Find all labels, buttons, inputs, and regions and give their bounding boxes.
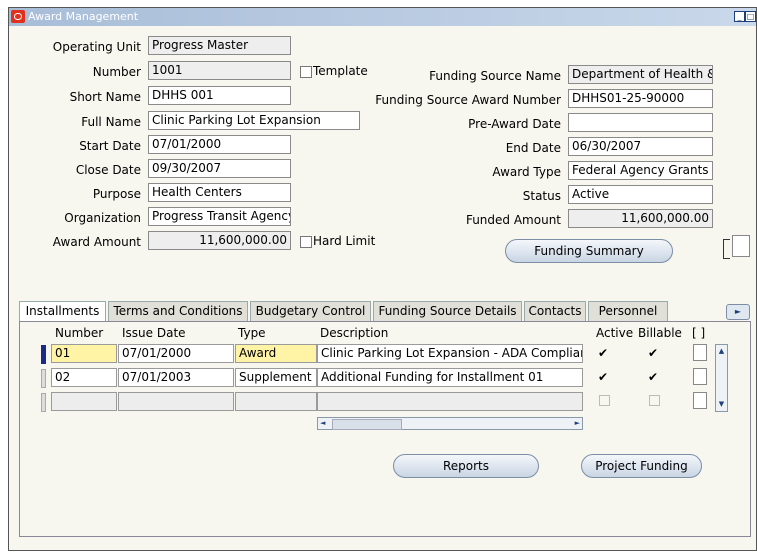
header-active: Active (596, 326, 634, 340)
end-date-field[interactable]: 06/30/2007 (568, 137, 713, 156)
organization-label: Organization (64, 211, 141, 225)
grid-cell-issue-date[interactable]: 07/01/2000 (118, 344, 234, 363)
funded-amount-label: Funded Amount (465, 213, 561, 227)
maximize-button[interactable]: □ (745, 11, 756, 22)
project-funding-button[interactable]: Project Funding (581, 454, 702, 478)
grid-cell-type[interactable]: Award (235, 344, 317, 363)
active-checkbox[interactable]: ✔ (598, 370, 608, 384)
grid-cell-type[interactable]: Supplement (235, 368, 317, 387)
scroll-right-icon[interactable]: ► (575, 418, 580, 429)
pre-award-date-label: Pre-Award Date (468, 117, 561, 131)
award-amount-label: Award Amount (52, 235, 141, 249)
grid-cell-description[interactable] (317, 392, 583, 411)
start-date-label: Start Date (79, 139, 141, 153)
header-number: Number (55, 326, 104, 340)
status-field[interactable]: Active (568, 185, 713, 204)
tab-funding-source-details[interactable]: Funding Source Details (373, 301, 522, 321)
billable-checkbox[interactable]: ✔ (648, 370, 658, 384)
full-name-label: Full Name (81, 115, 141, 129)
header-description: Description (320, 326, 389, 340)
end-date-label: End Date (505, 141, 561, 155)
scroll-thumb[interactable] (332, 419, 402, 430)
template-checkbox[interactable] (300, 66, 312, 78)
tab-installments[interactable]: Installments (19, 301, 106, 321)
header-billable: Billable (638, 326, 682, 340)
record-indicator[interactable] (41, 393, 46, 412)
header-issue-date: Issue Date (122, 326, 186, 340)
full-name-field[interactable]: Clinic Parking Lot Expansion (148, 111, 360, 130)
tab-personnel[interactable]: Personnel (588, 301, 668, 321)
tab-budgetary-control[interactable]: Budgetary Control (250, 301, 371, 321)
horizontal-scrollbar[interactable]: ◄ ► (317, 417, 583, 430)
organization-field[interactable]: Progress Transit Agency (148, 207, 291, 226)
template-label: Template (313, 64, 368, 78)
title-bar: Award Management _ □ (9, 8, 756, 26)
reports-button[interactable]: Reports (393, 454, 539, 478)
close-date-field[interactable]: 09/30/2007 (148, 159, 291, 178)
scroll-up-icon[interactable]: ▲ (717, 346, 726, 357)
grid-cell-description[interactable]: Clinic Parking Lot Expansion - ADA Compl… (317, 344, 583, 363)
row-flex-box[interactable] (693, 368, 707, 385)
vertical-scrollbar[interactable]: ▲ ▼ (715, 344, 728, 412)
flex-field-button[interactable] (732, 235, 750, 257)
bracket-left-icon (723, 239, 730, 259)
funding-source-award-number-field[interactable]: DHHS01-25-90000 (568, 89, 713, 108)
funding-summary-button[interactable]: Funding Summary (505, 239, 673, 263)
row-flex-box[interactable] (693, 392, 707, 409)
hard-limit-checkbox[interactable] (300, 236, 312, 248)
scroll-left-icon[interactable]: ◄ (320, 418, 325, 429)
operating-unit-field[interactable]: Progress Master (148, 36, 291, 55)
status-label: Status (522, 189, 561, 203)
award-type-field[interactable]: Federal Agency Grants (568, 161, 713, 180)
tab-scroll-right-button[interactable]: ► (726, 304, 750, 320)
header-extra: [ ] (692, 326, 706, 340)
header-type: Type (238, 326, 266, 340)
minimize-button[interactable]: _ (734, 11, 745, 22)
funded-amount-field[interactable]: 11,600,000.00 (568, 209, 713, 228)
grid-cell-number[interactable] (51, 392, 117, 411)
short-name-field[interactable]: DHHS 001 (148, 86, 291, 105)
pre-award-date-field[interactable] (568, 113, 713, 132)
short-name-label: Short Name (69, 90, 141, 104)
close-date-label: Close Date (75, 163, 141, 177)
award-amount-field[interactable]: 11,600,000.00 (148, 231, 291, 250)
award-management-window: Award Management _ □ Operating Unit Prog… (8, 7, 757, 551)
oracle-icon (11, 10, 25, 23)
grid-cell-issue-date[interactable]: 07/01/2003 (118, 368, 234, 387)
active-checkbox[interactable]: ✔ (598, 346, 608, 360)
award-type-label: Award Type (492, 165, 561, 179)
funding-source-name-field[interactable]: Department of Health & (568, 65, 713, 84)
purpose-field[interactable]: Health Centers (148, 183, 291, 202)
funding-source-name-label: Funding Source Name (429, 69, 561, 83)
start-date-field[interactable]: 07/01/2000 (148, 135, 291, 154)
funding-source-award-number-label: Funding Source Award Number (375, 93, 561, 107)
grid-cell-number[interactable]: 02 (51, 368, 117, 387)
active-checkbox[interactable] (599, 395, 610, 406)
grid-cell-number[interactable]: 01 (51, 344, 117, 363)
grid-cell-type[interactable] (235, 392, 317, 411)
window-title: Award Management (28, 10, 139, 23)
purpose-label: Purpose (92, 187, 141, 201)
hard-limit-label: Hard Limit (313, 234, 376, 248)
billable-checkbox[interactable]: ✔ (648, 346, 658, 360)
tab-terms-and-conditions[interactable]: Terms and Conditions (108, 301, 248, 321)
grid-cell-issue-date[interactable] (118, 392, 234, 411)
scroll-down-icon[interactable]: ▼ (717, 399, 726, 410)
row-flex-box[interactable] (693, 344, 707, 361)
grid-cell-description[interactable]: Additional Funding for Installment 01 (317, 368, 583, 387)
record-indicator[interactable] (41, 369, 46, 388)
number-label: Number (92, 65, 141, 79)
billable-checkbox[interactable] (649, 395, 660, 406)
tab-contacts[interactable]: Contacts (524, 301, 586, 321)
number-field[interactable]: 1001 (148, 61, 291, 80)
operating-unit-label: Operating Unit (52, 40, 141, 54)
current-record-indicator[interactable] (41, 345, 46, 364)
